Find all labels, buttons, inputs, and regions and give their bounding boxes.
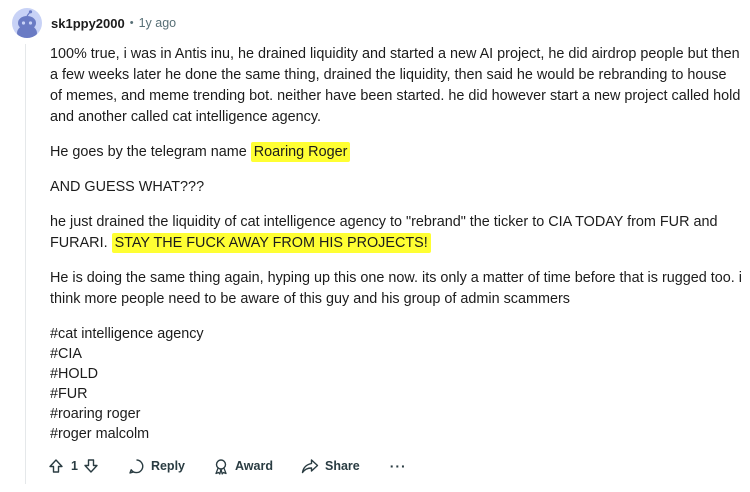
award-label: Award [235, 459, 273, 473]
comment-action-bar: 1 Reply Award Share ··· [48, 452, 407, 480]
hashtag-list: #cat intelligence agency #CIA #HOLD #FUR… [50, 324, 742, 444]
hashtag: #FUR [50, 386, 88, 402]
share-label: Share [324, 459, 360, 473]
speech-bubble-icon [128, 458, 145, 475]
comment-header: sk1ppy2000 • 1y ago [12, 8, 176, 38]
timestamp: 1y ago [138, 16, 177, 30]
hashtag: #cat intelligence agency [50, 326, 204, 342]
comment-paragraph: He is doing the same thing again, hyping… [50, 270, 742, 307]
award-button[interactable]: Award [213, 458, 273, 475]
hashtag: #HOLD [50, 366, 98, 382]
reply-button[interactable]: Reply [128, 458, 185, 475]
comment-paragraph: he just drained the liquidity of cat int… [50, 212, 742, 254]
upvote-arrow-icon[interactable] [48, 458, 64, 474]
share-arrow-icon [301, 458, 319, 474]
more-options-button[interactable]: ··· [390, 458, 407, 474]
hashtag: #CIA [50, 346, 82, 362]
vote-group: 1 [48, 458, 99, 474]
comment-paragraph: 100% true, i was in Antis inu, he draine… [50, 46, 741, 125]
hashtag: #roger malcolm [50, 426, 150, 442]
text-span: He goes by the telegram name [50, 144, 251, 160]
comment-paragraph: He goes by the telegram name Roaring Rog… [50, 142, 742, 163]
thread-line [25, 44, 26, 484]
share-button[interactable]: Share [301, 458, 360, 474]
vote-count: 1 [71, 459, 78, 473]
comment-body: 100% true, i was in Antis inu, he draine… [50, 44, 742, 444]
username[interactable]: sk1ppy2000 [51, 16, 125, 31]
highlighted-text: STAY THE FUCK AWAY FROM HIS PROJECTS! [111, 233, 431, 253]
comment-paragraph: AND GUESS WHAT??? [50, 179, 205, 195]
hashtag: #roaring roger [50, 406, 141, 422]
highlighted-text: Roaring Roger [250, 142, 351, 162]
reply-label: Reply [150, 459, 185, 473]
snoo-avatar-icon[interactable] [12, 8, 42, 38]
downvote-arrow-icon[interactable] [83, 458, 99, 474]
award-ribbon-icon [213, 458, 229, 475]
meta-separator: • [129, 17, 134, 29]
